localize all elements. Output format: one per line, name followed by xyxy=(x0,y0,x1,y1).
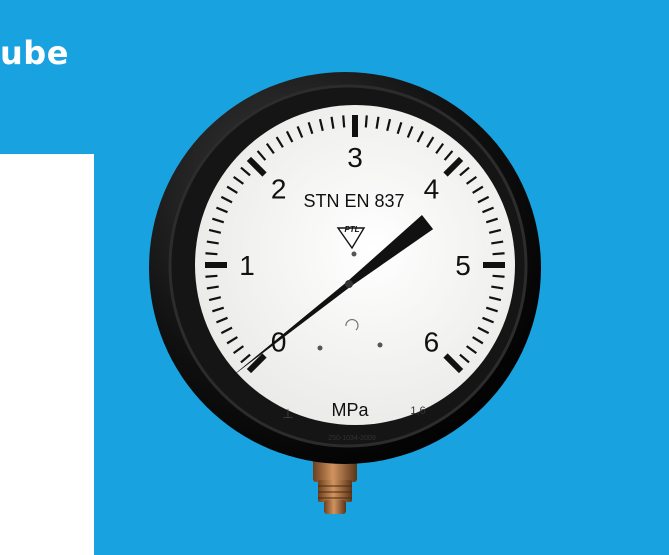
scale-label: 4 xyxy=(424,174,440,205)
minor-tick xyxy=(492,252,505,256)
svg-text:PTL: PTL xyxy=(344,225,359,234)
scale-label: 0 xyxy=(271,326,287,357)
dial-screw-top xyxy=(351,251,357,257)
scale-label: 2 xyxy=(271,174,287,205)
minor-tick xyxy=(342,115,346,128)
scale-label: 3 xyxy=(347,142,363,173)
mount-symbol: ⊥ xyxy=(282,407,293,422)
unit-label: MPa xyxy=(331,400,369,420)
pressure-gauge: 0 1 2 3 4 5 6 STN EN 837 PTL MPa 1,6 ⊥ 250-103… xyxy=(149,72,541,514)
minor-tick xyxy=(364,115,368,128)
minor-tick xyxy=(205,274,218,278)
scale-label: 6 xyxy=(424,326,440,357)
minor-tick xyxy=(205,252,218,256)
serial-number-label: 250-1034-2009 xyxy=(328,435,376,442)
minor-tick xyxy=(492,274,505,278)
accuracy-class-label: 1,6 xyxy=(410,405,425,417)
scale-label: 5 xyxy=(455,250,471,281)
scale-label: 1 xyxy=(239,250,255,281)
standard-label: STN EN 837 xyxy=(303,191,404,211)
dial-screw-right xyxy=(377,342,383,348)
dial-screw-left xyxy=(317,345,323,351)
